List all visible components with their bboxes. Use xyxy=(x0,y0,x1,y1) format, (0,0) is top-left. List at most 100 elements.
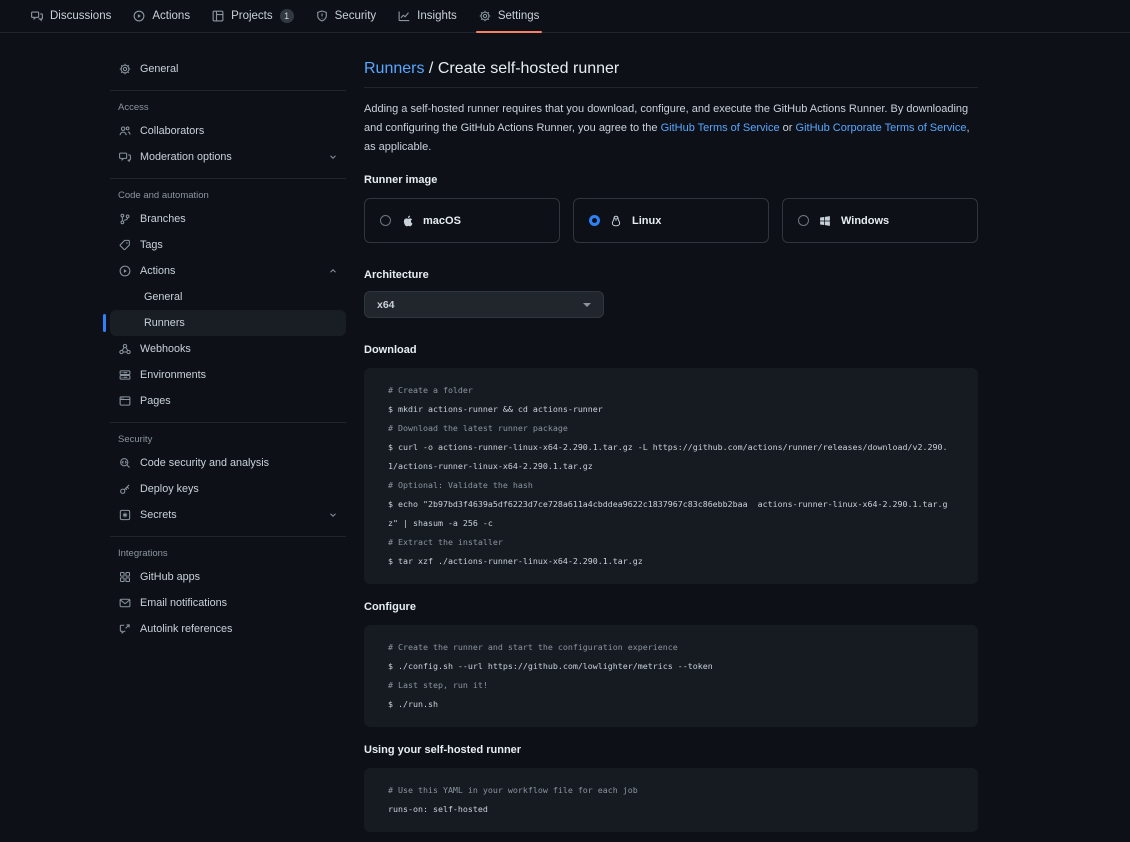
chevron-down-icon xyxy=(328,510,338,520)
code-line: $ ./config.sh --url https://github.com/l… xyxy=(388,657,954,676)
projects-count-badge: 1 xyxy=(280,9,294,23)
sidebar-divider xyxy=(110,422,346,423)
comment-discussion-icon xyxy=(118,151,131,163)
sidebar-item-autolink-references[interactable]: Autolink references xyxy=(110,616,346,642)
sidebar-item-label: Runners xyxy=(144,317,185,329)
sidebar-item-label: Webhooks xyxy=(140,343,191,355)
sidebar-item-general[interactable]: General xyxy=(110,56,346,82)
cross-reference-icon xyxy=(118,623,131,635)
tab-settings[interactable]: Settings xyxy=(468,0,551,32)
windows-icon xyxy=(819,215,831,227)
usage-code-block: # Use this YAML in your workflow file fo… xyxy=(364,768,978,832)
sidebar-item-pages[interactable]: Pages xyxy=(110,388,346,414)
sidebar-item-actions[interactable]: Actions xyxy=(110,258,346,284)
server-icon xyxy=(118,369,131,381)
runner-image-option-label: macOS xyxy=(423,215,461,227)
sidebar-item-branches[interactable]: Branches xyxy=(110,206,346,232)
tab-actions[interactable]: Actions xyxy=(122,0,201,32)
settings-sidebar: General Access Collaborators Moderation … xyxy=(110,56,346,842)
sidebar-item-moderation-options[interactable]: Moderation options xyxy=(110,144,346,170)
chevron-down-icon xyxy=(328,152,338,162)
usage-label: Using your self-hosted runner xyxy=(364,744,978,756)
code-line: # Last step, run it! xyxy=(388,676,954,695)
configure-code-block: # Create the runner and start the config… xyxy=(364,625,978,727)
code-line: $ curl -o actions-runner-linux-x64-2.290… xyxy=(388,438,954,476)
project-icon xyxy=(212,10,224,22)
code-line: $ ./run.sh xyxy=(388,695,954,714)
code-line: # Download the latest runner package xyxy=(388,419,954,438)
sidebar-item-label: General xyxy=(140,63,178,75)
sidebar-section-integrations: Integrations xyxy=(110,548,346,559)
sidebar-item-label: Deploy keys xyxy=(140,483,199,495)
sidebar-item-code-security[interactable]: Code security and analysis xyxy=(110,450,346,476)
radio-unchecked[interactable] xyxy=(380,215,391,226)
sidebar-item-tags[interactable]: Tags xyxy=(110,232,346,258)
sidebar-item-secrets[interactable]: Secrets xyxy=(110,502,346,528)
linux-icon xyxy=(610,214,622,228)
sidebar-section-access: Access xyxy=(110,102,346,113)
code-line: runs-on: self-hosted xyxy=(388,800,954,819)
apps-grid-icon xyxy=(118,571,131,583)
sidebar-item-github-apps[interactable]: GitHub apps xyxy=(110,564,346,590)
tab-security[interactable]: Security xyxy=(305,0,388,32)
sidebar-item-label: Email notifications xyxy=(140,597,227,609)
runner-image-windows-card[interactable]: Windows xyxy=(782,198,978,243)
sidebar-divider xyxy=(110,536,346,537)
terms-of-service-link[interactable]: GitHub Terms of Service xyxy=(661,122,780,134)
sidebar-item-email-notifications[interactable]: Email notifications xyxy=(110,590,346,616)
sidebar-item-label: Environments xyxy=(140,369,206,381)
apple-icon xyxy=(401,214,413,228)
sidebar-item-deploy-keys[interactable]: Deploy keys xyxy=(110,476,346,502)
sidebar-item-webhooks[interactable]: Webhooks xyxy=(110,336,346,362)
sidebar-item-actions-runners[interactable]: Runners xyxy=(110,310,346,336)
intro-paragraph: Adding a self-hosted runner requires tha… xyxy=(364,100,978,157)
sidebar-item-label: Autolink references xyxy=(140,623,232,635)
tab-label: Insights xyxy=(417,10,457,22)
key-icon xyxy=(118,483,131,495)
runner-image-linux-card[interactable]: Linux xyxy=(573,198,769,243)
tab-insights[interactable]: Insights xyxy=(387,0,468,32)
sidebar-item-label: Actions xyxy=(140,265,175,277)
code-line: # Use this YAML in your workflow file fo… xyxy=(388,781,954,800)
chevron-down-icon xyxy=(583,303,591,307)
chevron-up-icon xyxy=(328,266,338,276)
sidebar-item-label: Branches xyxy=(140,213,186,225)
main-content: Runners / Create self-hosted runner Addi… xyxy=(364,56,978,842)
architecture-select[interactable]: x64 xyxy=(364,291,604,318)
repo-tab-nav: Discussions Actions Projects 1 Security … xyxy=(0,0,1130,33)
secrets-asterisk-icon xyxy=(118,509,131,521)
sidebar-item-actions-general[interactable]: General xyxy=(110,284,346,310)
browser-icon xyxy=(118,395,131,407)
code-line: # Optional: Validate the hash xyxy=(388,476,954,495)
tab-label: Settings xyxy=(498,10,540,22)
play-icon xyxy=(118,265,131,277)
breadcrumb-separator: / xyxy=(424,60,437,77)
page-title: Create self-hosted runner xyxy=(438,60,619,77)
download-label: Download xyxy=(364,344,978,356)
runner-image-macos-card[interactable]: macOS xyxy=(364,198,560,243)
runner-image-option-label: Linux xyxy=(632,215,661,227)
radio-checked[interactable] xyxy=(589,215,600,226)
radio-unchecked[interactable] xyxy=(798,215,809,226)
sidebar-item-label: Pages xyxy=(140,395,171,407)
sidebar-item-label: Code security and analysis xyxy=(140,457,269,469)
code-line: # Extract the installer xyxy=(388,533,954,552)
gear-icon xyxy=(118,63,131,75)
code-line: $ echo "2b97bd3f4639a5df6223d7ce728a611a… xyxy=(388,495,954,533)
sidebar-item-collaborators[interactable]: Collaborators xyxy=(110,118,346,144)
git-branch-icon xyxy=(118,213,131,225)
architecture-label: Architecture xyxy=(364,269,978,281)
tab-discussions[interactable]: Discussions xyxy=(20,0,122,32)
shield-icon xyxy=(316,10,328,22)
code-line: # Create the runner and start the config… xyxy=(388,638,954,657)
runner-image-label: Runner image xyxy=(364,174,978,186)
sidebar-item-environments[interactable]: Environments xyxy=(110,362,346,388)
sidebar-item-label: Tags xyxy=(140,239,163,251)
sidebar-item-label: Secrets xyxy=(140,509,177,521)
breadcrumb-runners-link[interactable]: Runners xyxy=(364,60,424,77)
runner-image-options: macOS Linux Windows xyxy=(364,198,978,243)
tab-projects[interactable]: Projects 1 xyxy=(201,0,305,32)
corporate-terms-link[interactable]: GitHub Corporate Terms of Service xyxy=(796,122,967,134)
tab-label: Projects xyxy=(231,10,273,22)
tab-label: Actions xyxy=(152,10,190,22)
